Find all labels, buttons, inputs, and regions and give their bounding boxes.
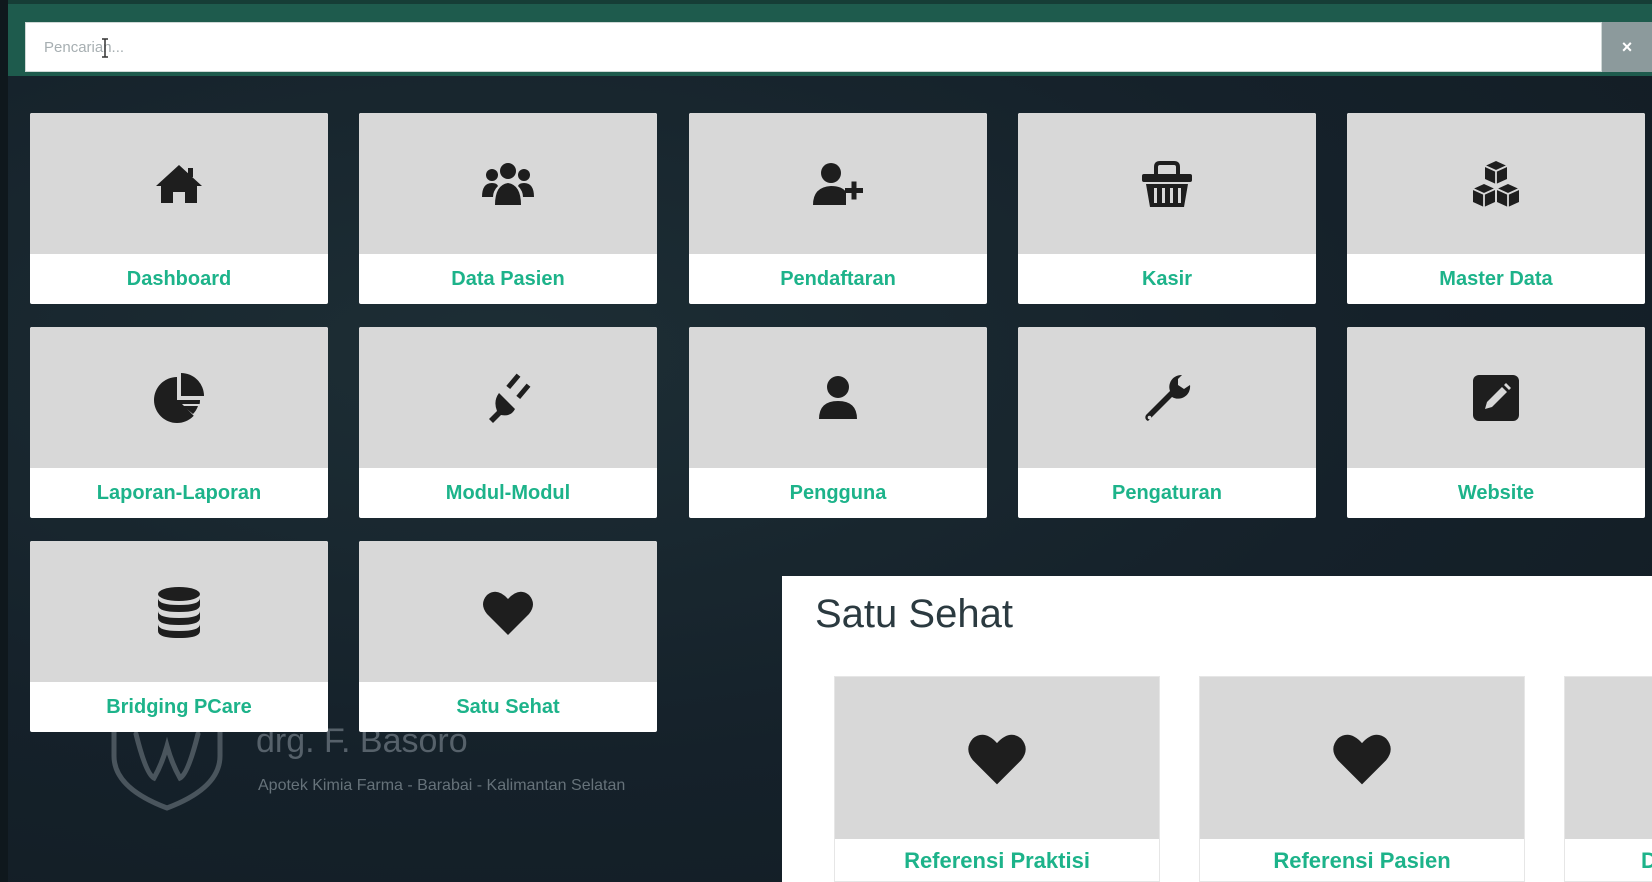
tile-label: Master Data [1439, 267, 1553, 290]
tile-label: Referensi Pasien [1273, 848, 1451, 873]
tile-icon-area [1347, 113, 1645, 254]
wrench-icon [1145, 374, 1191, 421]
heart-icon [1333, 734, 1391, 785]
tile-label: Laporan-Laporan [96, 481, 262, 504]
plug-icon [489, 373, 531, 423]
menu-tile-master-data[interactable]: Master Data [1347, 113, 1645, 304]
tile-label: D [1565, 839, 1652, 881]
tile-icon-area [30, 327, 328, 468]
tile-icon-area [1018, 113, 1316, 254]
menu-tile-website[interactable]: Website [1347, 327, 1645, 518]
tile-label: Modul-Modul [445, 481, 571, 504]
menu-tile-pengaturan[interactable]: Pengaturan [1018, 327, 1316, 518]
user-plus-icon [813, 162, 863, 205]
menu-tile-bridging-pcare[interactable]: Bridging PCare [30, 541, 328, 732]
cubes-icon [1472, 160, 1520, 207]
tile-label: Pendaftaran [780, 267, 896, 290]
tile-icon-area [359, 541, 657, 682]
clinic-subtitle: Apotek Kimia Farma - Barabai - Kalimanta… [258, 777, 626, 794]
tile-label: Data Pasien [451, 267, 565, 290]
menu-tile-data-pasien[interactable]: Data Pasien [359, 113, 657, 304]
tile-icon-area [835, 677, 1159, 839]
menu-tile-kasir[interactable]: Kasir [1018, 113, 1316, 304]
users-icon [482, 162, 534, 205]
heart-icon [483, 591, 533, 635]
tile-label: Referensi Praktisi [904, 848, 1090, 873]
tile-icon-area [30, 113, 328, 254]
submenu-tile-referensi-praktisi[interactable]: Referensi Praktisi [834, 676, 1160, 882]
database-icon [158, 586, 200, 638]
submenu-tile-referensi-pasien[interactable]: Referensi Pasien [1199, 676, 1525, 882]
search-input[interactable] [25, 22, 1602, 72]
home-icon [156, 164, 202, 203]
menu-tile-modul[interactable]: Modul-Modul [359, 327, 657, 518]
tile-icon-area [30, 541, 328, 682]
tile-label: Pengaturan [1111, 481, 1223, 504]
menu-tile-dashboard[interactable]: Dashboard [30, 113, 328, 304]
left-edge [0, 0, 8, 882]
tile-label: Website [1457, 481, 1535, 504]
text-cursor-icon [102, 38, 108, 58]
tile-label: Satu Sehat [456, 695, 560, 718]
menu-tile-pengguna[interactable]: Pengguna [689, 327, 987, 518]
tile-label: Kasir [1141, 267, 1193, 290]
heart-icon [968, 734, 1026, 785]
tile-label: Bridging PCare [106, 695, 252, 718]
submenu-tile-partial[interactable]: D [1564, 676, 1652, 882]
satu-sehat-panel: Satu Sehat Referensi Praktisi Referensi … [782, 576, 1652, 882]
tile-icon-area [1565, 677, 1652, 839]
pie-chart-icon [154, 372, 204, 423]
tile-icon-area [359, 113, 657, 254]
close-search-button[interactable]: × [1602, 22, 1652, 72]
menu-tile-satu-sehat[interactable]: Satu Sehat [359, 541, 657, 732]
edit-icon [1473, 374, 1519, 421]
menu-tile-pendaftaran[interactable]: Pendaftaran [689, 113, 987, 304]
basket-icon [1142, 160, 1192, 207]
menu-tile-laporan[interactable]: Laporan-Laporan [30, 327, 328, 518]
tile-icon-area [1200, 677, 1524, 839]
tile-icon-area [1018, 327, 1316, 468]
tile-icon-area [689, 327, 987, 468]
user-icon [819, 375, 857, 419]
tile-icon-area [689, 113, 987, 254]
tile-label: Pengguna [789, 481, 887, 504]
tile-icon-area [359, 327, 657, 468]
tile-label: Dashboard [126, 267, 232, 290]
panel-title: Satu Sehat [815, 592, 1013, 636]
tile-icon-area [1347, 327, 1645, 468]
